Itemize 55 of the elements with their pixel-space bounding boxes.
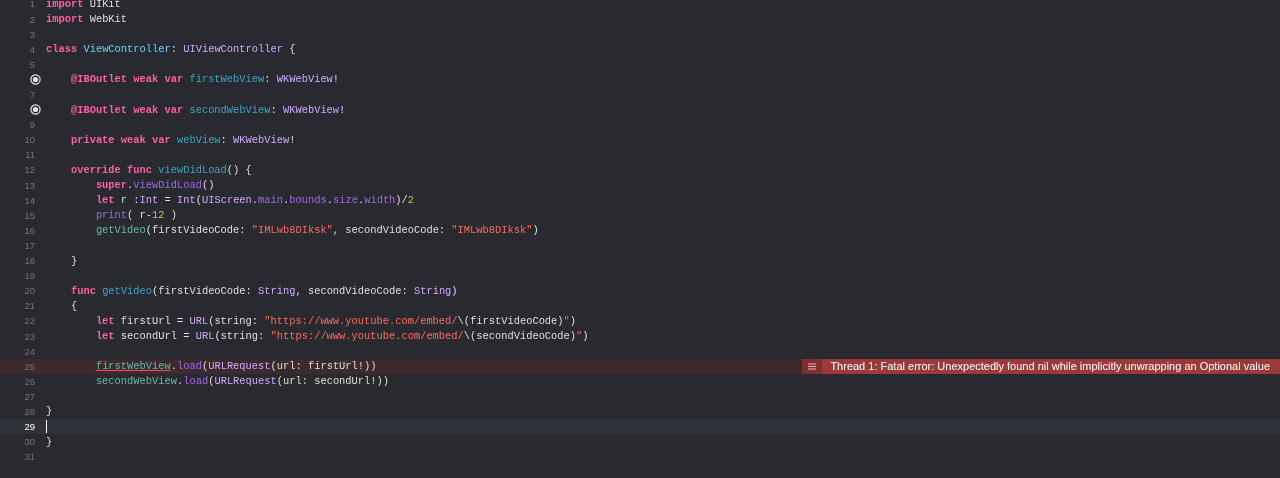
line-number: 11 (25, 149, 35, 161)
line-number: 16 (24, 224, 35, 236)
code-line: let r :Int = Int(UIScreen.main.bounds.size.width)/2 (94, 194, 415, 207)
line-number: 1 (29, 0, 35, 10)
code-line: } (46, 405, 53, 418)
error-annotation[interactable]: Thread 1: Fatal error: Unexpectedly found nil while implicitly unwrapping an Optional value (802, 358, 1280, 374)
code-line: private weak var webView: WKWebView! (69, 133, 296, 146)
line-number: 10 (24, 134, 35, 146)
line-number: 18 (24, 255, 35, 267)
code-line: @IBOutlet weak var firstWebView: WKWebView! (69, 73, 340, 86)
code-line: super.viewDidLoad() (94, 179, 215, 192)
code-line: getVideo(firstVideoCode: "IMLwb8DIksk", secondVideoCode: "IMLwb8DIksk") (94, 224, 539, 237)
connected-outlet-icon[interactable] (30, 73, 41, 85)
error-message: Thread 1: Fatal error: Unexpectedly found nil while implicitly unwrapping an Optional value (830, 360, 1270, 373)
code-line: class ViewController: UIViewController { (46, 43, 296, 56)
code-line: firstWebView.load(URLRequest(url: firstUrl!)) (94, 360, 377, 373)
line-number: 21 (24, 300, 35, 312)
code-line: import WebKit (46, 13, 128, 26)
code-line: print( r-12 ) (94, 209, 177, 222)
line-number: 12 (24, 164, 35, 176)
code-line: let secondUrl = URL(string: "https://www.youtube.com/embed/\(secondVideoCode)") (94, 330, 589, 342)
code-line: @IBOutlet weak var secondWebView: WKWebView! (69, 103, 346, 116)
connected-outlet-icon[interactable] (30, 104, 41, 116)
line-number: 29 (24, 421, 35, 433)
line-number: 30 (24, 436, 35, 448)
code-line: { (69, 299, 78, 312)
line-number: 5 (29, 58, 35, 70)
code-line: override func viewDidLoad() { (69, 164, 252, 176)
line-number: 24 (24, 345, 35, 357)
line-number: 26 (24, 375, 35, 387)
code-line: func getVideo(firstVideoCode: String, secondVideoCode: String) (69, 284, 458, 297)
line-number: 9 (29, 119, 35, 131)
line-number: 3 (29, 28, 35, 40)
line-number: 4 (29, 43, 35, 55)
line-number: 7 (29, 89, 35, 100)
line-number: 19 (24, 270, 35, 282)
code-line: } (46, 435, 53, 448)
text-cursor (46, 420, 47, 434)
line-number: 22 (24, 315, 35, 327)
line-number: 25 (24, 360, 35, 372)
line-number: 15 (24, 209, 35, 221)
line-number: 23 (24, 330, 35, 342)
line-number: 31 (24, 451, 35, 463)
line-number: 17 (24, 239, 35, 251)
line-number: 14 (24, 194, 35, 206)
menu-icon[interactable] (802, 358, 823, 374)
code-line: import UIKit (46, 0, 121, 10)
line-number: 27 (24, 390, 35, 402)
line-number: 13 (24, 179, 35, 191)
line-number: 20 (24, 285, 35, 297)
code-line: } (69, 254, 78, 267)
code-line: let firstUrl = URL(string: "https://www.youtube.com/embed/\(firstVideoCode)") (94, 314, 577, 327)
line-number: 28 (24, 406, 35, 417)
code-line: secondWebView.load(URLRequest(url: secondUrl!)) (94, 375, 389, 388)
line-number: 2 (29, 13, 35, 25)
